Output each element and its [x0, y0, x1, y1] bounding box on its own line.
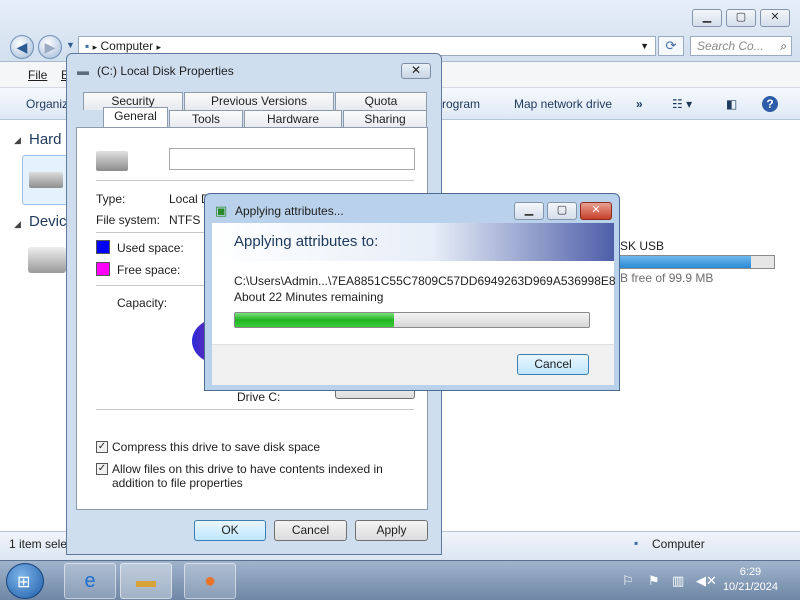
section-devices: Devic [29, 213, 67, 230]
divider [96, 180, 414, 181]
cancel-button[interactable]: Cancel [517, 354, 589, 375]
free-space-label: Free space: [117, 263, 181, 277]
menu-file[interactable]: File [28, 68, 47, 82]
progress-fill [235, 313, 395, 327]
cancel-button[interactable]: Cancel [274, 520, 347, 541]
tab-general[interactable]: General [103, 107, 168, 129]
usb-free-space: B free of 99.9 MB [620, 271, 714, 285]
chevron-right-icon: ▸ [92, 42, 98, 52]
recent-pages-chevron-icon[interactable]: ▼ [66, 40, 75, 50]
drive-icon: ▬ [77, 64, 89, 78]
taskbar: ⊞ e ▬ ● ⚐ ⚑ ▥ ◀✕ 6:29 10/21/2024 [0, 560, 800, 600]
compress-checkbox[interactable]: ✓ [96, 441, 108, 453]
volume-muted-icon[interactable]: ◀✕ [696, 573, 717, 589]
network-icon[interactable]: ▥ [672, 573, 684, 589]
more-commands-button[interactable]: » [636, 97, 643, 111]
dialog-title: (C:) Local Disk Properties [97, 64, 234, 78]
collapse-triangle-icon[interactable]: ◢ [14, 135, 21, 146]
dialog-header: Applying attributes to: [212, 223, 614, 261]
minimize-button[interactable]: ▁ [514, 202, 544, 220]
change-view-icon[interactable]: ☷ ▾ [672, 97, 692, 111]
attributes-icon: ▣ [215, 203, 228, 218]
usb-drive-name[interactable]: SK USB [620, 239, 664, 253]
tab-previous-versions[interactable]: Previous Versions [184, 92, 334, 110]
clock[interactable]: 6:29 10/21/2024 [723, 565, 778, 595]
computer-icon: ▪ [634, 536, 639, 550]
ok-button[interactable]: OK [194, 520, 266, 541]
close-button[interactable]: ✕ [760, 9, 790, 27]
usb-usage-bar [618, 255, 775, 269]
computer-icon: ▪ [85, 39, 90, 53]
filesystem-label: File system: [96, 213, 161, 227]
firefox-icon[interactable]: ● [184, 563, 236, 599]
usb-usage-fill [619, 256, 751, 268]
back-arrow-icon[interactable]: ◀ [10, 35, 34, 59]
windows-logo-icon: ⊞ [17, 574, 31, 591]
refresh-button[interactable]: ⟳ [658, 36, 684, 56]
status-selection-count: 1 item sele [9, 537, 68, 551]
section-hard-disk: Hard [29, 131, 62, 148]
file-path: C:\Users\Admin...\7EA8851C55C7809C57DD69… [234, 274, 616, 288]
index-checkbox[interactable]: ✓ [96, 463, 108, 475]
help-icon[interactable]: ? [762, 96, 778, 112]
maximize-button[interactable]: ▢ [726, 9, 756, 27]
index-label: Allow files on this drive to have conten… [112, 462, 383, 490]
address-dropdown-icon[interactable]: ▼ [640, 37, 649, 55]
organize-button[interactable]: Organiz [26, 97, 68, 111]
preview-pane-icon[interactable]: ◧ [726, 97, 737, 111]
dialog-footer: Cancel [212, 344, 614, 385]
tab-quota[interactable]: Quota [335, 92, 427, 110]
start-button[interactable]: ⊞ [6, 563, 44, 599]
divider [96, 409, 414, 410]
compress-label: Compress this drive to save disk space [112, 440, 321, 454]
status-location: Computer [652, 537, 705, 551]
removable-drive-icon[interactable] [28, 247, 66, 273]
search-input[interactable]: Search Co... ⌕ [690, 36, 792, 56]
chevron-right-icon: ▸ [156, 42, 162, 52]
restore-button[interactable]: ▢ [547, 202, 577, 220]
hard-drive-icon [96, 151, 128, 171]
drive-label-input[interactable] [169, 148, 415, 170]
internet-explorer-icon[interactable]: e [64, 563, 116, 599]
hard-drive-icon [29, 172, 63, 188]
breadcrumb-computer[interactable]: Computer [100, 39, 153, 53]
capacity-label: Capacity: [117, 296, 168, 310]
action-center-icon[interactable]: ⚐ [622, 573, 634, 589]
used-space-swatch [96, 240, 110, 254]
progress-bar [234, 312, 590, 328]
collapse-triangle-icon[interactable]: ◢ [14, 219, 21, 230]
used-space-label: Used space: [117, 241, 184, 255]
search-placeholder: Search Co... [697, 39, 764, 53]
applying-attributes-dialog: ▣ Applying attributes... ▁ ▢ ✕ Applying … [204, 193, 620, 391]
clock-time: 6:29 [739, 566, 762, 578]
tab-tools[interactable]: Tools [169, 110, 243, 128]
apply-button[interactable]: Apply [355, 520, 428, 541]
dialog-title: Applying attributes... [235, 204, 344, 218]
clock-date: 10/21/2024 [722, 581, 778, 593]
forward-arrow-icon[interactable]: ▶ [38, 35, 62, 59]
free-space-swatch [96, 262, 110, 276]
map-network-drive-button[interactable]: Map network drive [514, 97, 612, 111]
time-remaining: About 22 Minutes remaining [234, 290, 384, 304]
tab-sharing[interactable]: Sharing [343, 110, 427, 128]
hard-drive-c-tile[interactable] [22, 155, 68, 205]
windows-explorer-icon[interactable]: ▬ [120, 563, 172, 599]
search-icon: ⌕ [780, 39, 787, 53]
flag-icon[interactable]: ⚑ [648, 573, 660, 589]
uninstall-program-button[interactable]: rogram [442, 97, 480, 111]
minimize-button[interactable]: ▁ [692, 9, 722, 27]
close-button[interactable]: ✕ [580, 202, 612, 220]
tab-hardware[interactable]: Hardware [244, 110, 342, 128]
drive-label: Drive C: [237, 390, 281, 404]
header-text: Applying attributes to: [234, 233, 379, 250]
type-label: Type: [96, 192, 126, 206]
dialog-close-button[interactable]: ✕ [401, 63, 431, 79]
filesystem-value: NTFS [169, 213, 201, 227]
